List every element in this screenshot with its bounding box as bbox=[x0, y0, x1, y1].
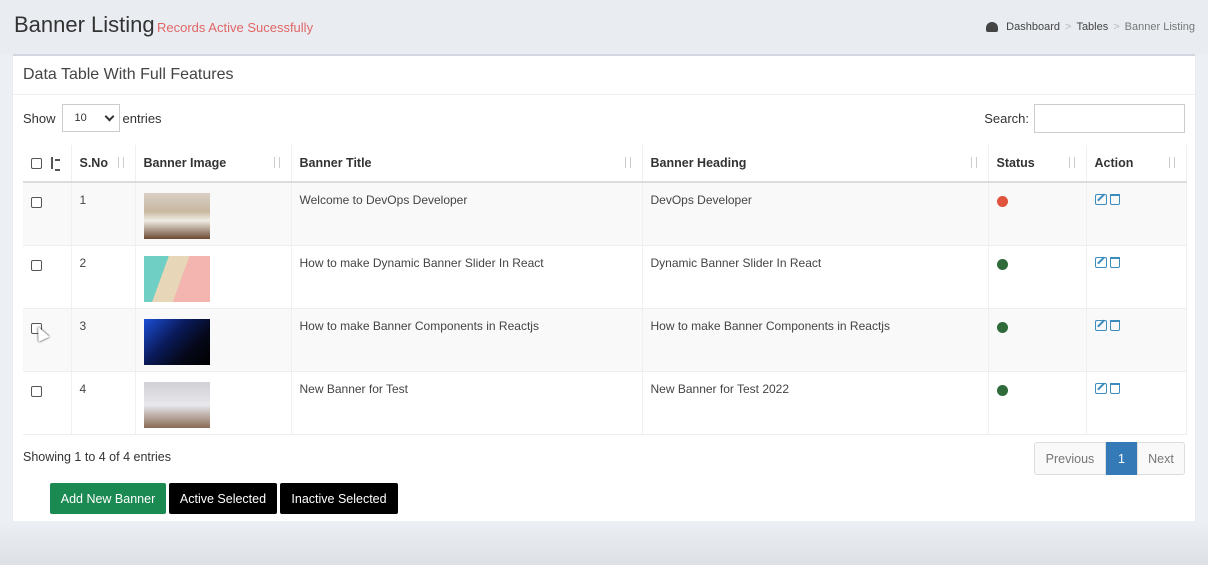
length-control: Show 10 entries bbox=[23, 104, 162, 132]
chevron-down-icon bbox=[104, 111, 114, 121]
table-info: Showing 1 to 4 of 4 entries bbox=[23, 450, 172, 464]
breadcrumb-tables[interactable]: Tables bbox=[1076, 21, 1108, 33]
next-button[interactable]: Next bbox=[1137, 442, 1185, 475]
sort-icon bbox=[624, 157, 632, 169]
entries-length-select[interactable]: 10 bbox=[61, 104, 120, 132]
add-new-banner-button[interactable]: Add New Banner bbox=[50, 483, 166, 514]
row-title: How to make Banner Components in Reactjs bbox=[291, 308, 643, 372]
banner-table: S.No Banner Image Banner Title Banner He… bbox=[23, 145, 1187, 435]
search-input[interactable] bbox=[1034, 103, 1185, 133]
row-heading: New Banner for Test 2022 bbox=[642, 371, 989, 435]
status-dot[interactable] bbox=[996, 321, 1008, 333]
edit-icon[interactable] bbox=[1094, 256, 1107, 268]
banner-thumbnail bbox=[143, 193, 210, 239]
row-sno: 2 bbox=[71, 245, 136, 309]
row-title: New Banner for Test bbox=[291, 371, 643, 435]
row-heading: DevOps Developer bbox=[642, 182, 989, 246]
column-header-banner-title[interactable]: Banner Title bbox=[291, 145, 643, 183]
show-label: Show bbox=[23, 110, 56, 126]
breadcrumb: Dashboard > Tables > Banner Listing bbox=[986, 21, 1195, 33]
table-row: 4 New Banner for Test New Banner for Tes… bbox=[23, 371, 1187, 435]
sort-icon bbox=[273, 157, 281, 169]
breadcrumb-current: Banner Listing bbox=[1124, 21, 1195, 33]
sort-icon bbox=[1068, 157, 1076, 169]
row-checkbox[interactable] bbox=[31, 385, 42, 397]
page-header: Banner Listing Records Active Sucessfull… bbox=[0, 0, 1208, 54]
row-sno: 1 bbox=[71, 182, 136, 246]
length-value: 10 bbox=[74, 112, 87, 124]
row-heading: Dynamic Banner Slider In React bbox=[642, 245, 989, 309]
sort-icon bbox=[1168, 157, 1176, 169]
data-table-box: Data Table With Full Features Show 10 en… bbox=[13, 54, 1195, 521]
dashboard-icon bbox=[986, 22, 999, 32]
edit-icon[interactable] bbox=[1094, 382, 1107, 394]
column-header-sno[interactable]: S.No bbox=[71, 145, 136, 183]
sort-icon bbox=[117, 157, 125, 169]
trash-icon[interactable] bbox=[1109, 194, 1120, 205]
select-all-header bbox=[23, 145, 72, 183]
search-label: Search: bbox=[984, 110, 1029, 126]
row-sno: 3 bbox=[71, 308, 136, 372]
page-title: Banner Listing bbox=[14, 12, 155, 37]
column-header-status[interactable]: Status bbox=[988, 145, 1087, 183]
divider bbox=[13, 94, 1195, 95]
previous-button[interactable]: Previous bbox=[1034, 442, 1106, 475]
status-dot[interactable] bbox=[996, 258, 1008, 270]
breadcrumb-separator: > bbox=[1065, 21, 1072, 33]
active-selected-button[interactable]: Active Selected bbox=[169, 483, 277, 514]
banner-thumbnail bbox=[143, 318, 210, 365]
column-header-action[interactable]: Action bbox=[1086, 145, 1187, 183]
edit-icon[interactable] bbox=[1094, 319, 1107, 331]
breadcrumb-dashboard[interactable]: Dashboard bbox=[1006, 21, 1060, 33]
row-heading: How to make Banner Components in Reactjs bbox=[642, 308, 989, 372]
row-checkbox[interactable] bbox=[31, 197, 42, 208]
select-all-checkbox[interactable] bbox=[31, 158, 42, 169]
page-1-button[interactable]: 1 bbox=[1106, 442, 1137, 475]
banner-thumbnail bbox=[143, 255, 210, 302]
edit-icon[interactable] bbox=[1094, 194, 1107, 205]
status-dot[interactable] bbox=[996, 384, 1008, 396]
table-row: 2 How to make Dynamic Banner Slider In R… bbox=[23, 245, 1187, 309]
row-checkbox[interactable] bbox=[31, 259, 42, 271]
trash-icon[interactable] bbox=[1109, 319, 1120, 331]
column-header-banner-image[interactable]: Banner Image bbox=[135, 145, 292, 183]
status-dot[interactable] bbox=[996, 196, 1008, 207]
box-title: Data Table With Full Features bbox=[23, 66, 234, 83]
row-title: How to make Dynamic Banner Slider In Rea… bbox=[291, 245, 643, 309]
sort-icon bbox=[970, 157, 978, 169]
pagination: Previous 1 Next bbox=[1034, 442, 1185, 475]
breadcrumb-separator: > bbox=[1113, 21, 1120, 33]
search-control: Search: bbox=[984, 103, 1185, 133]
table-header-row: S.No Banner Image Banner Title Banner He… bbox=[23, 145, 1187, 183]
inactive-selected-button[interactable]: Inactive Selected bbox=[280, 483, 398, 514]
success-message: Records Active Sucessfully bbox=[157, 20, 314, 35]
table-row: 3 How to make Banner Components in React… bbox=[23, 308, 1187, 372]
sort-icon[interactable] bbox=[50, 157, 60, 171]
bulk-actions: Add New Banner Active Selected Inactive … bbox=[50, 483, 398, 514]
page-footer-area bbox=[0, 521, 1208, 565]
row-title: Welcome to DevOps Developer bbox=[291, 182, 643, 246]
entries-label: entries bbox=[122, 110, 162, 126]
banner-thumbnail bbox=[143, 381, 210, 428]
trash-icon[interactable] bbox=[1109, 382, 1120, 394]
trash-icon[interactable] bbox=[1109, 256, 1120, 268]
table-row: 1 Welcome to DevOps Developer DevOps Dev… bbox=[23, 182, 1187, 246]
column-header-banner-heading[interactable]: Banner Heading bbox=[642, 145, 989, 183]
row-sno: 4 bbox=[71, 371, 136, 435]
